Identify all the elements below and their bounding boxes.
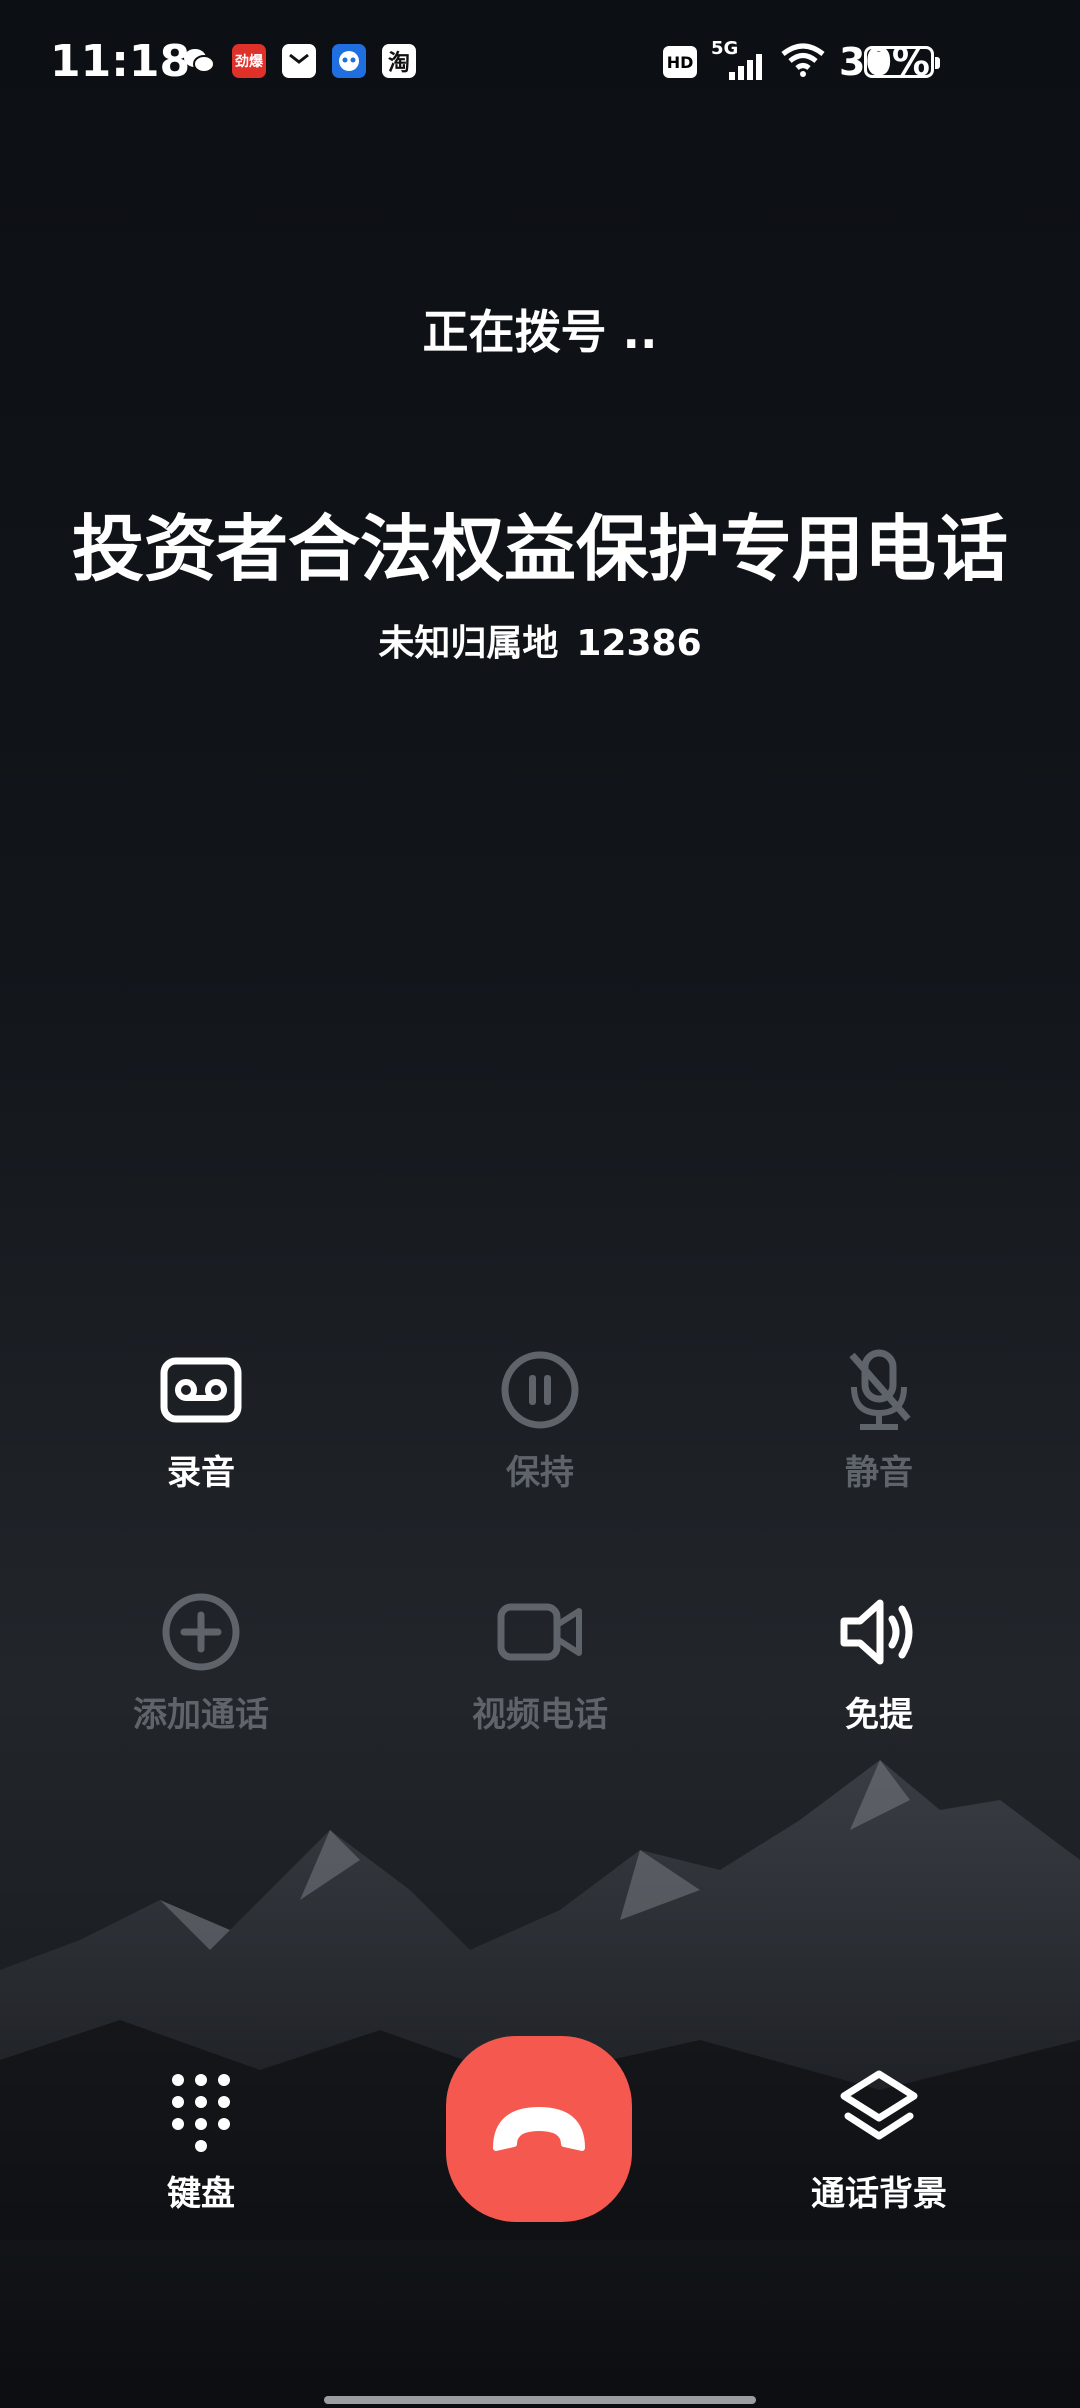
mail-app-icon xyxy=(282,44,316,78)
call-background-label: 通话背景 xyxy=(811,2174,947,2214)
mic-off-icon xyxy=(849,1349,911,1430)
wifi-icon xyxy=(781,42,825,82)
mute-label: 静音 xyxy=(845,1453,913,1493)
news-app-icon: 劲爆 xyxy=(232,44,266,78)
end-call-button[interactable] xyxy=(446,2036,632,2222)
add-call-button[interactable]: 添加通话 xyxy=(81,1587,321,1736)
hang-up-icon xyxy=(493,2107,585,2151)
record-button[interactable]: 录音 xyxy=(81,1345,321,1494)
layers-icon xyxy=(840,2070,918,2140)
caller-info: 未知归属地 12386 xyxy=(0,614,1080,666)
assistant-app-icon xyxy=(332,44,366,78)
add-call-label: 添加通话 xyxy=(133,1695,269,1735)
speaker-label: 免提 xyxy=(845,1695,913,1735)
wechat-icon xyxy=(182,44,216,78)
battery-icon xyxy=(864,46,940,78)
call-status: 正在拨号 .. xyxy=(422,305,658,359)
keypad-button[interactable]: 键盘 xyxy=(81,2066,321,2215)
dialpad-icon xyxy=(172,2074,230,2152)
status-bar: 11:18 劲爆 淘 HD 5G xyxy=(0,0,1080,130)
taobao-app-icon: 淘 xyxy=(382,44,416,78)
hold-button[interactable]: 保持 xyxy=(420,1345,660,1494)
mute-button[interactable]: 静音 xyxy=(759,1345,999,1494)
video-camera-icon xyxy=(497,1603,582,1661)
speaker-icon xyxy=(840,1599,913,1665)
caller-location: 未知归属地 xyxy=(378,623,559,664)
video-call-label: 视频电话 xyxy=(472,1695,608,1735)
speaker-button[interactable]: 免提 xyxy=(759,1587,999,1736)
caller-name: 投资者合法权益保护专用电话 xyxy=(71,507,1008,591)
hd-voice-badge: HD xyxy=(663,46,698,78)
record-icon xyxy=(160,1357,242,1423)
hold-label: 保持 xyxy=(506,1453,574,1493)
video-call-button[interactable]: 视频电话 xyxy=(420,1587,660,1736)
caller-number: 12386 xyxy=(576,623,702,664)
record-label: 录音 xyxy=(167,1453,235,1493)
home-indicator[interactable] xyxy=(324,2396,756,2404)
news-app-label: 劲爆 xyxy=(235,54,263,70)
signal-icon: 5G xyxy=(711,38,767,82)
status-time: 11:18 xyxy=(50,36,191,87)
pause-icon xyxy=(501,1351,579,1429)
call-background-button[interactable]: 通话背景 xyxy=(759,2066,999,2215)
add-circle-icon xyxy=(162,1593,240,1671)
taobao-app-label: 淘 xyxy=(387,51,410,76)
keypad-label: 键盘 xyxy=(167,2174,235,2214)
